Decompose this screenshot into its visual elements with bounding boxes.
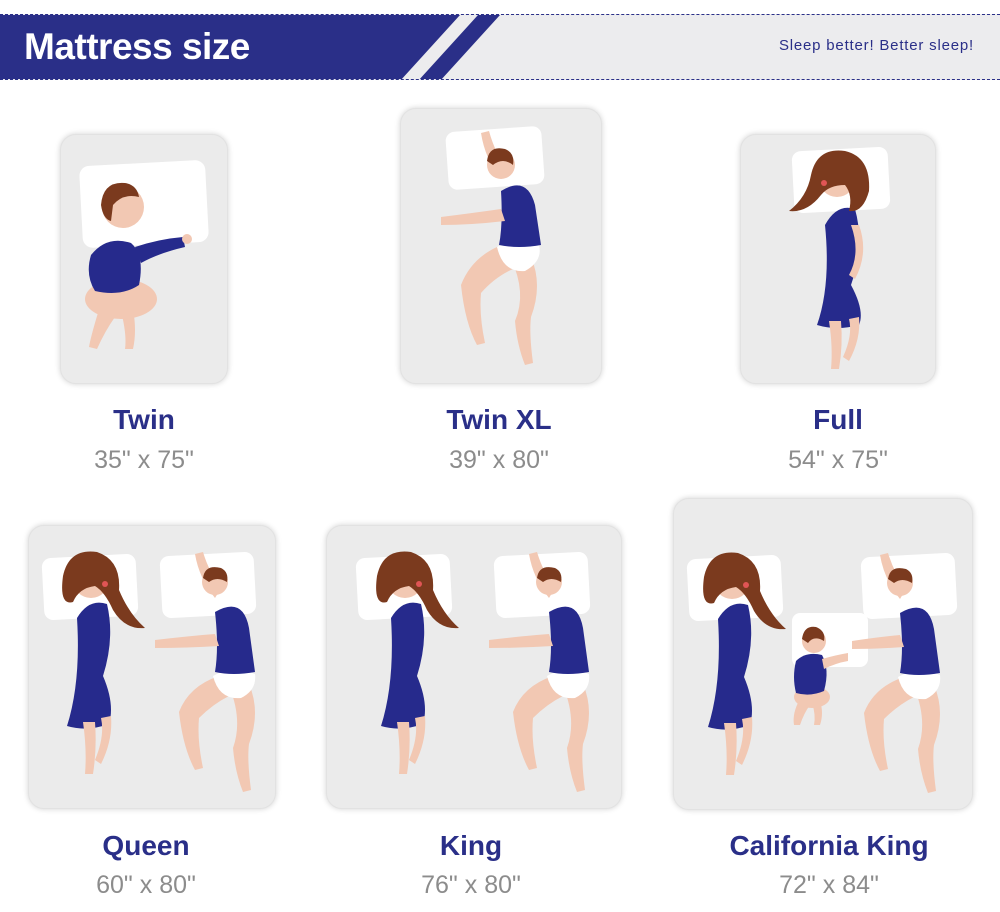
king-illustration [355, 551, 591, 792]
mattress-card-california-king [673, 498, 973, 810]
mattress-name-full: Full [813, 404, 863, 435]
mattress-card-full [740, 134, 936, 384]
mattress-dimensions-full: 54" x 75" [788, 446, 888, 474]
mattress-name-king: King [439, 830, 503, 861]
page-title: Mattress size [24, 26, 250, 67]
queen-illustration [41, 551, 257, 792]
california-king-illustration [686, 552, 958, 793]
mattress-dimensions-twin: 35" x 75" [94, 446, 194, 474]
mattress-name-california-king: California King [729, 830, 929, 861]
mattress-dimensions-king: 76" x 80" [421, 871, 521, 899]
twin-illustration [79, 160, 209, 349]
twin-xl-illustration [441, 126, 545, 365]
mattress-name-twin: Twin [113, 404, 175, 435]
mattress-name-queen: Queen [102, 830, 190, 861]
full-illustration [789, 146, 891, 369]
mattress-card-king [326, 525, 622, 809]
mattress-dimensions-california-king: 72" x 84" [779, 871, 879, 899]
mattress-card-twin [60, 134, 228, 384]
mattress-card-queen [28, 525, 276, 809]
header-banner: Mattress size Sleep better! Better sleep… [0, 14, 1000, 80]
tagline: Sleep better! Better sleep! [778, 37, 974, 54]
mattress-name-twin-xl: Twin XL [446, 404, 552, 435]
mattress-card-twin-xl [400, 108, 602, 384]
mattress-dimensions-twin-xl: 39" x 80" [449, 446, 549, 474]
mattress-dimensions-queen: 60" x 80" [96, 871, 196, 899]
